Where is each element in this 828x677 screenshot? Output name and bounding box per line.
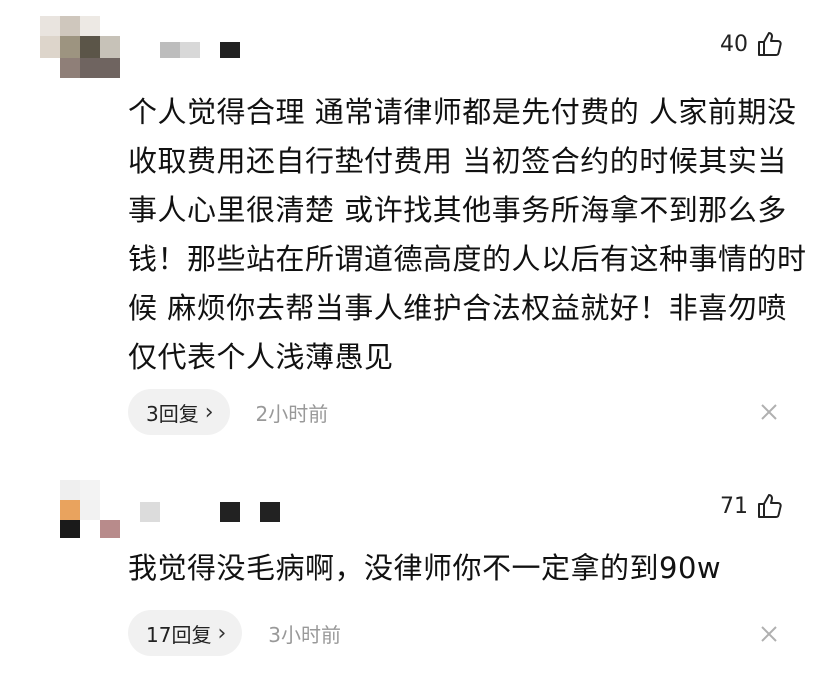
reply-count: 3回复 (146, 401, 199, 426)
comment-text: 我觉得没毛病啊，没律师你不一定拿的到90w (128, 551, 722, 585)
thumbs-up-icon (758, 32, 782, 56)
comment-time: 2小时前 (255, 401, 329, 426)
like-count: 40 (720, 31, 748, 57)
comment-item: 40 个人觉得合理 通常请律师都是先付费的 人家前期没收取费用还自行垫付费用 当… (0, 0, 828, 460)
view-replies-button[interactable]: 17回复 › (128, 610, 243, 656)
avatar[interactable] (40, 480, 120, 544)
chevron-right-icon: › (217, 620, 227, 646)
like-count: 71 (720, 493, 748, 519)
like-button[interactable]: 40 (720, 30, 784, 58)
chevron-right-icon: › (204, 399, 214, 425)
comment-time: 3小时前 (268, 622, 341, 647)
comment-meta: 17回复 › 3小时前 (128, 610, 341, 656)
avatar[interactable] (40, 16, 120, 80)
like-button[interactable]: 71 (720, 492, 784, 520)
comment-item: 71 我觉得没毛病啊，没律师你不一定拿的到90w 17回复 › 3小时前 (0, 460, 828, 677)
close-icon[interactable] (758, 623, 780, 645)
reply-count: 17回复 (146, 622, 212, 647)
comment-meta: 3回复 › 2小时前 (128, 389, 328, 435)
thumbs-up-icon (758, 494, 782, 518)
close-icon[interactable] (758, 401, 780, 423)
view-replies-button[interactable]: 3回复 › (128, 389, 230, 435)
comment-text: 个人觉得合理 通常请律师都是先付费的 人家前期没收取费用还自行垫付费用 当初签合… (128, 95, 807, 374)
